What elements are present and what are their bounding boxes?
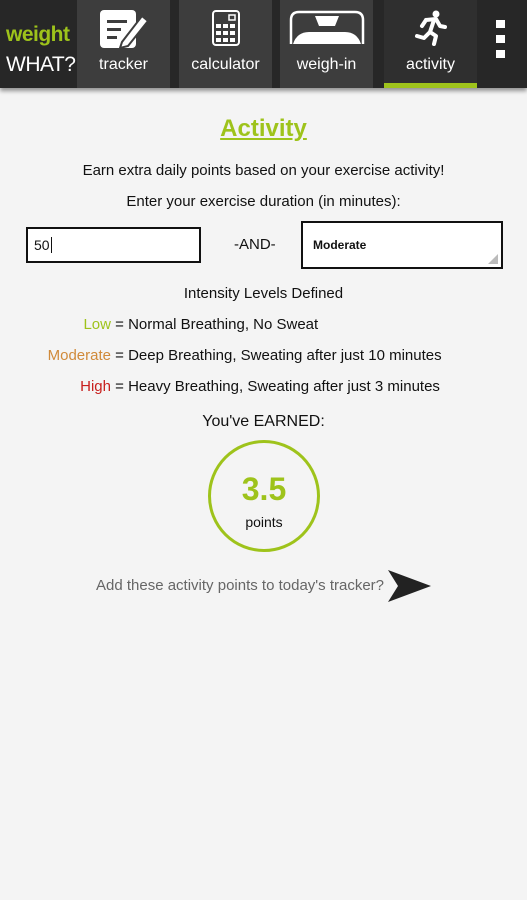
- subtitle: Earn extra daily points based on your ex…: [82, 162, 445, 179]
- top-bar: weight WHAT? tracker calculator weigh-in …: [0, 0, 527, 88]
- add-points-prompt: Add these activity points to today's tra…: [96, 577, 385, 594]
- tab-tracker[interactable]: tracker: [77, 0, 170, 88]
- calculator-icon: [211, 10, 240, 46]
- intensity-select[interactable]: Moderate: [301, 221, 503, 269]
- level-low: Low = Normal Breathing, No Sweat: [83, 316, 319, 333]
- app-logo: weight WHAT?: [6, 23, 76, 76]
- scale-icon: [289, 10, 364, 44]
- text-cursor: ​: [50, 237, 52, 253]
- tab-weigh-in[interactable]: weigh-in: [280, 0, 373, 88]
- tab-activity[interactable]: activity: [384, 0, 477, 88]
- tab-calculator[interactable]: calculator: [179, 0, 272, 88]
- level-high: High = Heavy Breathing, Sweating after j…: [80, 378, 440, 395]
- dropdown-indicator-icon: [488, 254, 498, 264]
- earned-label: You've EARNED:: [202, 413, 325, 430]
- overflow-menu-icon[interactable]: [496, 20, 506, 65]
- and-label: -AND-: [234, 236, 276, 253]
- points-circle: 3.5 points: [208, 440, 320, 552]
- duration-input[interactable]: 50​: [26, 227, 201, 263]
- running-icon: [414, 10, 447, 46]
- levels-title: Intensity Levels Defined: [183, 285, 344, 302]
- send-icon[interactable]: [386, 568, 432, 604]
- tracker-icon: [99, 10, 149, 50]
- level-moderate: Moderate = Deep Breathing, Sweating afte…: [47, 347, 442, 364]
- page-title: Activity: [220, 115, 307, 142]
- duration-prompt: Enter your exercise duration (in minutes…: [126, 193, 401, 210]
- active-tab-indicator: [384, 83, 477, 88]
